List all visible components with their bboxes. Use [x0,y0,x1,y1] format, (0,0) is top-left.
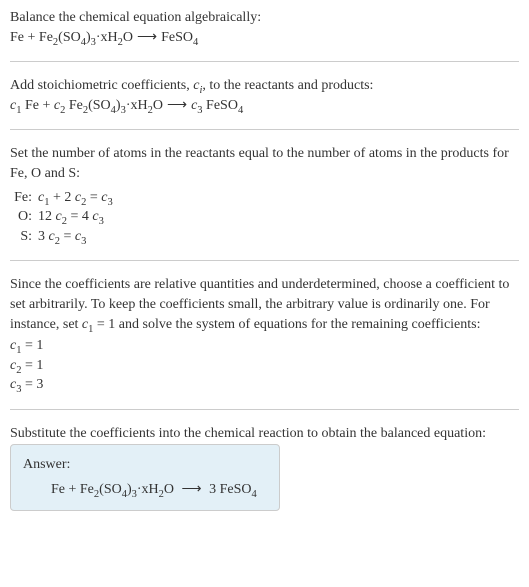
sub4d: 4 [238,105,243,116]
step2-text: Set the number of atoms in the reactants… [10,144,519,183]
atom-label-fe: Fe: [10,188,38,208]
ar1: Fe + Fe [51,482,94,497]
r2a: Fe [69,98,83,113]
coeff-equation: c1 Fe + c2 Fe2(SO4)3·xH2O ⟶ c3 FeSO4 [10,96,519,116]
t: 12 [38,209,56,224]
ar2: (SO [99,482,122,497]
val: = 1 [21,358,43,373]
table-row: S: 3 c2 = c3 [10,227,519,247]
answer-label: Answer: [23,455,267,475]
intro-section: Balance the chemical equation algebraica… [10,8,519,47]
step3-text-b: = 1 and solve the system of equations fo… [93,317,480,332]
reactant-2e: O [123,30,133,45]
val: = 3 [21,377,43,392]
atom-eq-s: 3 c2 = c3 [38,227,519,247]
ap1: 3 FeSO [206,482,252,497]
atom-label-s: S: [10,227,38,247]
atom-eq-o: 12 c2 = 4 c3 [38,207,519,227]
val: = 1 [21,338,43,353]
reactant-1: Fe [10,30,24,45]
reactant-2a: Fe [39,30,53,45]
divider [10,260,519,261]
arrow3-icon: ⟶ [178,480,206,500]
arrow2-icon: ⟶ [163,96,191,116]
answer-box: Answer: Fe + Fe2(SO4)3·xH2O ⟶ 3 FeSO4 [10,444,280,511]
t: + 2 [49,190,74,205]
arrow-icon: ⟶ [133,28,161,48]
step1-text-a: Add stoichiometric coefficients, [10,78,193,93]
r2d: ·xH [126,98,148,113]
reactant-2d: ·xH [96,30,118,45]
list-item: c2 = 1 [10,356,519,376]
reactant-1b: Fe [25,98,39,113]
r2e: O [153,98,163,113]
atom-eq-fe: c1 + 2 c2 = c3 [38,188,519,208]
c3-sub: 3 [197,105,202,116]
step3-section: Since the coefficients are relative quan… [10,275,519,395]
plus: + [24,30,39,45]
p1b: FeSO [206,98,238,113]
unbalanced-equation: Fe + Fe2(SO4)3·xH2O ⟶ FeSO4 [10,28,519,48]
balanced-equation: Fe + Fe2(SO4)3·xH2O ⟶ 3 FeSO4 [23,480,267,500]
product-1a: FeSO [161,30,193,45]
step4-text: Substitute the coefficients into the che… [10,424,519,444]
t: 3 [38,229,49,244]
divider [10,61,519,62]
step1-section: Add stoichiometric coefficients, ci, to … [10,76,519,115]
t: = [60,229,75,244]
plus2: + [39,98,54,113]
reactant-2b: (SO [58,30,81,45]
sub-4b: 4 [193,36,198,47]
r2b: (SO [88,98,111,113]
divider [10,409,519,410]
step2-section: Set the number of atoms in the reactants… [10,144,519,246]
t: = [86,190,101,205]
coeff-solution-list: c1 = 1 c2 = 1 c3 = 3 [10,336,519,395]
list-item: c1 = 1 [10,336,519,356]
table-row: Fe: c1 + 2 c2 = c3 [10,188,519,208]
step1-text-b: , to the reactants and products: [202,78,373,93]
atom-balance-table: Fe: c1 + 2 c2 = c3 O: 12 c2 = 4 c3 S: 3 … [10,188,519,247]
step3-text: Since the coefficients are relative quan… [10,275,519,334]
table-row: O: 12 c2 = 4 c3 [10,207,519,227]
t: = 4 [67,209,92,224]
list-item: c3 = 3 [10,375,519,395]
atom-label-o: O: [10,207,38,227]
ar5: O [164,482,178,497]
s: 3 [81,236,86,247]
s: 3 [99,216,104,227]
as4b: 4 [252,489,257,500]
ar4: ·xH [137,482,159,497]
step4-section: Substitute the coefficients into the che… [10,424,519,511]
intro-text: Balance the chemical equation algebraica… [10,8,519,28]
step1-text: Add stoichiometric coefficients, ci, to … [10,76,519,96]
divider [10,129,519,130]
s: 3 [107,196,112,207]
